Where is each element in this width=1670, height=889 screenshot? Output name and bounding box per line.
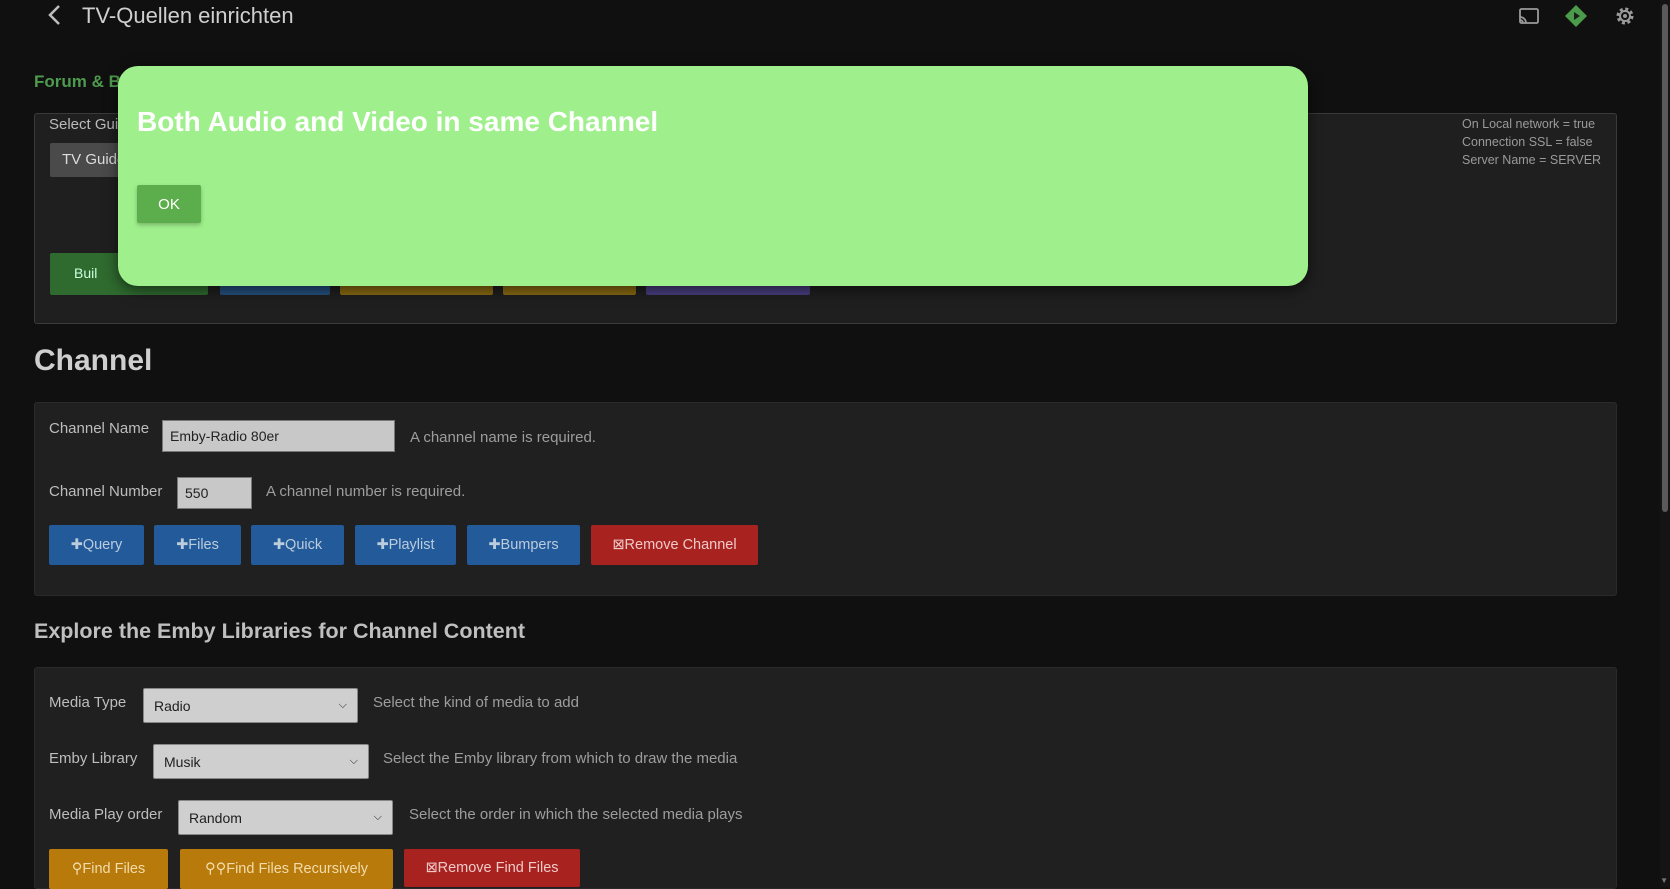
add-files-button[interactable]: ✚Files [154,525,241,565]
channel-number-label: Channel Number [49,483,163,500]
play-order-hint: Select the order in which the selected m… [409,806,743,823]
play-icon[interactable] [1564,4,1588,28]
page-title: TV-Quellen einrichten [82,3,294,28]
top-bar: TV-Quellen einrichten [0,0,1670,32]
forum-title: Forum & B [34,72,121,91]
channel-name-label: Channel Name [49,420,150,437]
build-button-label: Buil [74,265,98,281]
channel-number-input[interactable]: 550 [177,477,252,509]
back-arrow-icon[interactable] [44,2,66,28]
channel-heading: Channel [34,344,153,377]
channel-name-input[interactable]: Emby-Radio 80er [162,420,395,452]
play-order-select[interactable]: Random ⌵ [178,800,393,835]
network-info-line: On Local network = true [1462,117,1596,131]
find-files-button[interactable]: ⚲Find Files [49,849,168,889]
channel-number-hint: A channel number is required. [266,483,466,500]
scrollbar-thumb[interactable] [1662,4,1668,512]
add-query-button[interactable]: ✚Query [49,525,144,565]
cast-icon[interactable] [1517,4,1541,28]
scroll-down-arrow-icon[interactable]: ▼ [1660,876,1668,885]
network-info-line: Server Name = SERVER [1462,153,1602,167]
chevron-down-icon: ⌵ [338,699,347,711]
channel-name-hint: A channel name is required. [410,429,596,446]
explore-heading: Explore the Emby Libraries for Channel C… [34,619,525,643]
guide-select-label: Select Gui [49,116,119,133]
page-scrollbar[interactable]: ▼ [1660,0,1670,887]
emby-library-hint: Select the Emby library from which to dr… [383,750,738,767]
dialog-title: Both Audio and Video in same Channel [137,106,659,137]
ok-button[interactable]: OK [137,185,201,223]
emby-library-select[interactable]: Musik ⌵ [153,744,369,779]
add-bumpers-button[interactable]: ✚Bumpers [467,525,580,565]
alert-dialog: Both Audio and Video in same Channel OK [118,66,1308,286]
find-files-recursively-button[interactable]: ⚲⚲Find Files Recursively [180,849,393,889]
media-type-value: Radio [154,697,191,714]
play-order-label: Media Play order [49,806,163,823]
network-info-line: Connection SSL = false [1462,135,1593,149]
add-quick-button[interactable]: ✚Quick [251,525,344,565]
network-info: On Local network = true Connection SSL =… [1462,115,1601,169]
gear-icon[interactable] [1613,4,1637,28]
media-type-label: Media Type [49,694,127,711]
emby-library-label: Emby Library [49,750,138,767]
remove-channel-button[interactable]: ⊠Remove Channel [591,525,758,565]
media-type-hint: Select the kind of media to add [373,694,579,711]
remove-find-files-button[interactable]: ⊠Remove Find Files [404,849,580,887]
play-order-value: Random [189,809,242,826]
emby-library-value: Musik [164,753,201,770]
chevron-down-icon: ⌵ [349,755,358,767]
media-type-select[interactable]: Radio ⌵ [143,688,358,723]
chevron-down-icon: ⌵ [373,811,382,823]
add-playlist-button[interactable]: ✚Playlist [355,525,456,565]
